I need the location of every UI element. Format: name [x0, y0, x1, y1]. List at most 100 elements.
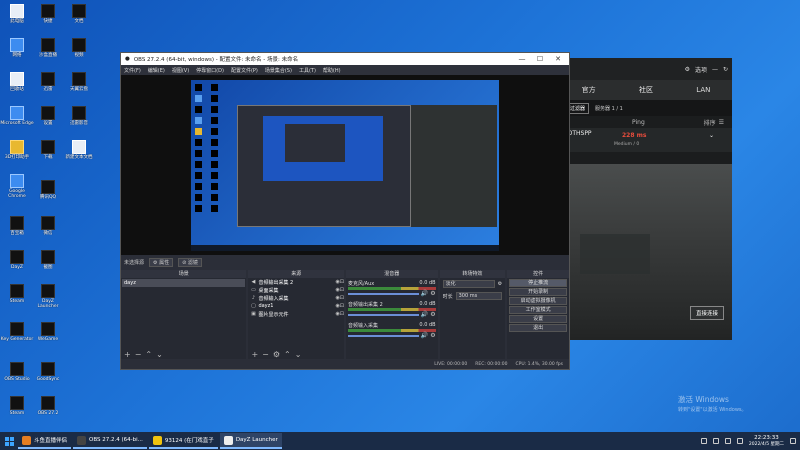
desktop-icon-computer[interactable]: 此电脑	[0, 4, 34, 25]
desktop-icon-dayz-launcher[interactable]: DayZ Launcher	[31, 284, 65, 310]
tray-app-icon[interactable]	[700, 438, 707, 444]
filters-button[interactable]: ⊘ 滤镜	[178, 257, 202, 267]
menu-file[interactable]: 文件(F)	[124, 67, 141, 74]
desktop-icon-video[interactable]: 视频	[62, 38, 96, 59]
close-icon[interactable]: ✕	[551, 55, 565, 63]
tab-lan[interactable]: LAN	[675, 86, 732, 94]
desktop-icon-keygen[interactable]: Key Generator	[0, 322, 34, 343]
desktop-icon-dayz[interactable]: DayZ	[0, 250, 34, 271]
source-toolbar: 未选择源 ⚙ 属性 ⊘ 滤镜	[121, 256, 569, 268]
desktop-icon-settings[interactable]: 设置	[31, 106, 65, 127]
chevron-down-icon[interactable]: ⌄	[709, 132, 714, 139]
move-down-icon[interactable]: ⌄	[156, 350, 163, 359]
source-item[interactable]: ♪ 音频输入采集 ◉⊡	[248, 294, 344, 302]
menu-scene-collection[interactable]: 场景集合(S)	[265, 67, 292, 74]
desktop-icon-xunlei[interactable]: 迅雷	[31, 72, 65, 93]
task-game[interactable]: 93124 (在门戏直子	[148, 433, 218, 449]
sort-column-header[interactable]: 排序	[704, 118, 716, 127]
desktop-icon-documents[interactable]: 文档	[62, 4, 96, 25]
desktop-icon-sandbox[interactable]: 沙盒直播	[31, 38, 65, 59]
gear-icon[interactable]: ⚙	[498, 281, 502, 287]
menu-profile[interactable]: 配置文件(P)	[231, 67, 258, 74]
transition-select[interactable]: 淡化	[442, 280, 495, 288]
desktop-icon-print[interactable]: 3D打印助手	[0, 140, 34, 161]
move-up-icon[interactable]: ⌃	[145, 350, 152, 359]
menu-edit[interactable]: 编辑(E)	[148, 67, 165, 74]
menu-view[interactable]: 视图(V)	[172, 67, 189, 74]
virtual-camera-button[interactable]: 启动虚拟摄像机	[509, 297, 567, 305]
stop-streaming-button[interactable]: 停止推流	[509, 279, 567, 287]
start-button[interactable]	[0, 432, 18, 450]
desktop-icon-shortcut[interactable]: 快捷	[31, 4, 65, 25]
duration-input[interactable]: 300 ms	[455, 292, 503, 300]
desktop-icon-steam2[interactable]: Steam	[0, 396, 34, 417]
task-dayz-launcher[interactable]: DayZ Launcher	[219, 433, 282, 449]
menu-help[interactable]: 帮助(H)	[323, 67, 341, 74]
speaker-icon[interactable]: 🔊	[421, 311, 428, 318]
add-icon[interactable]: +	[251, 350, 258, 359]
ping-column-header[interactable]: Ping	[632, 119, 645, 126]
settings-button[interactable]: 设置	[509, 315, 567, 323]
network-icon[interactable]	[712, 438, 719, 444]
volume-icon[interactable]	[724, 438, 731, 444]
desktop-icon-capture[interactable]: 截图	[31, 250, 65, 271]
ime-icon[interactable]	[736, 438, 743, 444]
maximize-icon[interactable]: ☐	[533, 55, 547, 63]
minimize-icon[interactable]: —	[712, 66, 718, 73]
refresh-icon[interactable]: ↻	[723, 66, 728, 73]
desktop-icon-qq[interactable]: 腾讯QQ	[31, 180, 65, 201]
desktop-icon-wechat[interactable]: 微信	[31, 216, 65, 237]
desktop-icon-textfile[interactable]: 新建文本文档	[62, 140, 96, 161]
volume-slider[interactable]	[348, 334, 419, 337]
remove-icon[interactable]: −	[135, 350, 142, 359]
settings-label[interactable]: 选项	[695, 65, 707, 74]
desktop-icon-obs2[interactable]: OBS 27.2	[31, 396, 65, 417]
volume-slider[interactable]	[348, 292, 419, 295]
desktop-icon-goodsync[interactable]: GoodSync	[31, 362, 65, 383]
tab-community[interactable]: 社区	[617, 85, 674, 95]
desktop-icon-cloud[interactable]: 天翼云盘	[62, 72, 96, 93]
obs-preview[interactable]	[121, 75, 569, 255]
desktop-icon-network[interactable]: 网络	[0, 38, 34, 59]
start-recording-button[interactable]: 开始录制	[509, 288, 567, 296]
gear-icon[interactable]: ⚙	[430, 332, 435, 339]
gear-icon[interactable]: ⚙	[685, 66, 690, 73]
desktop-icon-obs[interactable]: OBS Studio	[0, 362, 34, 383]
direct-connect-button[interactable]: 直接连接	[689, 306, 724, 320]
properties-button[interactable]: ⚙ 属性	[149, 257, 174, 267]
server-row[interactable]: KOTHSPP 228 ms Medium / 0 ⌄	[560, 128, 732, 152]
gear-icon[interactable]: ⚙	[430, 311, 435, 318]
studio-mode-button[interactable]: 工作室模式	[509, 306, 567, 314]
speaker-icon[interactable]: 🔊	[421, 290, 428, 297]
sort-icon[interactable]: ☰	[719, 119, 724, 126]
desktop-icon-steam[interactable]: Steam	[0, 284, 34, 305]
scene-item-dayz[interactable]: dayz	[122, 279, 246, 287]
add-icon[interactable]: +	[124, 350, 131, 359]
desktop-icon-xunlei-player[interactable]: 迅雷影音	[62, 106, 96, 127]
move-down-icon[interactable]: ⌄	[295, 350, 302, 359]
desktop-icon-wegame[interactable]: WeGame	[31, 322, 65, 343]
source-item[interactable]: ▭ 桌面采集 ◉⊡	[248, 286, 344, 294]
desktop-icon-recycle[interactable]: 回收站	[0, 72, 34, 93]
volume-slider[interactable]	[348, 313, 419, 316]
clock[interactable]: 22:23:33 2022/4/5 星期二	[749, 435, 784, 447]
source-item[interactable]: ◀ 音频输出采集 2 ◉⊡	[248, 278, 345, 286]
move-up-icon[interactable]: ⌃	[284, 350, 291, 359]
menu-tools[interactable]: 工具(T)	[299, 67, 316, 74]
notification-icon[interactable]	[790, 438, 796, 444]
desktop-icon-edge[interactable]: Microsoft Edge	[0, 106, 34, 127]
task-obs[interactable]: OBS 27.2.4 (64-bi...	[73, 433, 147, 449]
source-item[interactable]: ▣ 图片显示元件 ◉⊡	[248, 310, 344, 318]
gear-icon[interactable]: ⚙	[430, 290, 435, 297]
remove-icon[interactable]: −	[262, 350, 269, 359]
desktop-icon-download[interactable]: 下载	[31, 140, 65, 161]
speaker-icon[interactable]: 🔊	[421, 332, 428, 339]
gear-icon[interactable]: ⚙	[273, 350, 280, 359]
desktop-icon-box[interactable]: 百宝箱	[0, 216, 34, 237]
desktop-icon-chrome[interactable]: Google Chrome	[0, 174, 34, 200]
menu-docks[interactable]: 停靠窗口(D)	[196, 67, 224, 74]
minimize-icon[interactable]: —	[515, 55, 529, 63]
task-douyu[interactable]: 斗鱼直播伴侣	[18, 433, 72, 449]
exit-button[interactable]: 退出	[509, 324, 567, 332]
source-item[interactable]: ▢ dayz1 ◉⊡	[248, 302, 344, 310]
